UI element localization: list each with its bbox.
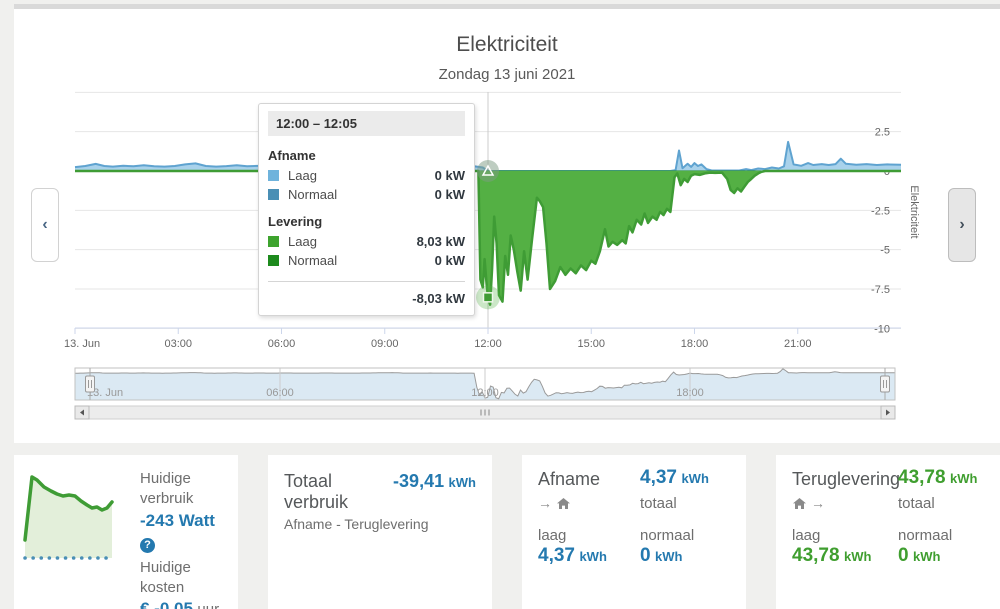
afname-title: Afname — [538, 469, 600, 490]
teruglevering-title: Teruglevering — [792, 469, 900, 490]
marker-square — [484, 293, 493, 302]
x-axis-label: 09:00 — [371, 338, 399, 350]
teruglevering-low-label: laag — [792, 527, 820, 544]
sparkline-area — [25, 477, 112, 558]
card-teruglevering: Teruglevering → 43,78 kWh totaal laag 43… — [776, 455, 1000, 609]
teruglevering-normal-unit: kWh — [913, 549, 940, 564]
teruglevering-normal-label: normaal — [898, 527, 952, 544]
teruglevering-total-value: 43,78 — [898, 467, 946, 488]
afname-total-label: totaal — [640, 495, 677, 512]
y-axis-label: -7.5 — [871, 284, 890, 296]
afname-normal-label: normaal — [640, 527, 694, 544]
tooltip-row-label: Normaal — [288, 187, 337, 202]
total-usage-subtitle: Afname - Teruglevering — [284, 516, 476, 532]
x-axis-label: 15:00 — [577, 338, 605, 350]
tooltip-row-value: 0 kW — [435, 187, 465, 202]
legend-swatch — [268, 236, 279, 247]
afname-low-value: 4,37 — [538, 545, 575, 566]
tooltip-row: Normaal 0 kW — [268, 253, 465, 268]
afname-normal-unit: kWh — [655, 549, 682, 564]
tooltip-row-label: Laag — [288, 168, 317, 183]
house-icon — [792, 497, 807, 510]
afname-normal-value: 0 — [640, 545, 651, 566]
legend-swatch — [268, 170, 279, 181]
y-axis-label: -5 — [880, 245, 890, 257]
teruglevering-normal-value: 0 — [898, 545, 909, 566]
x-axis-label: 21:00 — [784, 338, 812, 350]
page: Elektriciteit Zondag 13 juni 2021 13. Ju… — [0, 0, 1000, 609]
chart-title: Elektriciteit — [14, 33, 1000, 57]
teruglevering-low-unit: kWh — [844, 549, 871, 564]
house-icon — [556, 497, 571, 510]
legend-swatch — [268, 189, 279, 200]
current-cost-value: € -0,05 — [140, 599, 193, 609]
card-total-usage: Totaal verbruik -39,41 kWh Afname - Teru… — [268, 455, 492, 609]
next-period-button[interactable]: › — [948, 188, 976, 262]
afname-low-unit: kWh — [579, 549, 606, 564]
total-usage-value: -39,41 — [393, 471, 444, 491]
chevron-left-icon: ‹ — [42, 216, 47, 234]
y-axis-title: Elektriciteit — [908, 185, 920, 238]
x-axis-label: 12:00 — [474, 338, 502, 350]
chart-subtitle: Zondag 13 juni 2021 — [14, 66, 1000, 83]
tooltip-row-value: 8,03 kW — [417, 234, 465, 249]
tooltip-row: Normaal 0 kW — [268, 187, 465, 202]
y-axis-label: -2.5 — [871, 205, 890, 217]
tooltip-row-value: 0 kW — [435, 168, 465, 183]
tooltip-row-value: 0 kW — [435, 253, 465, 268]
card-afname: Afname → 4,37 kWh totaal laag 4,37 kWh n… — [522, 455, 746, 609]
teruglevering-total-label: totaal — [898, 495, 935, 512]
tooltip-row: Laag 8,03 kW — [268, 234, 465, 249]
navigator-label: 18:00 — [676, 387, 704, 399]
teruglevering-total-unit: kWh — [950, 471, 977, 486]
total-usage-unit: kWh — [449, 475, 476, 490]
afname-total-value: 4,37 — [640, 467, 677, 488]
navigator-label: 06:00 — [266, 387, 294, 399]
x-axis-label: 13. Jun — [64, 338, 100, 350]
afname-low-label: laag — [538, 527, 566, 544]
teruglevering-low-value: 43,78 — [792, 545, 840, 566]
marker-halo — [477, 160, 499, 182]
arrow-right-icon: → — [538, 495, 552, 511]
x-axis-label: 06:00 — [268, 338, 296, 350]
x-axis-label: 18:00 — [681, 338, 709, 350]
tooltip-row-label: Laag — [288, 234, 317, 249]
series-area-levering-laag — [75, 171, 901, 305]
chevron-right-icon: › — [959, 216, 964, 234]
current-usage-label-2: verbruik — [140, 489, 238, 509]
tooltip-section-title: Levering — [268, 214, 465, 229]
prev-period-button[interactable]: ‹ — [31, 188, 59, 262]
tooltip-row-label: Normaal — [288, 253, 337, 268]
nav-handle-right[interactable] — [881, 376, 890, 392]
afname-total-unit: kWh — [681, 471, 708, 486]
current-power-value: -243 Watt — [140, 511, 238, 531]
y-axis-label: -10 — [874, 323, 890, 335]
y-axis-label: 2.5 — [875, 127, 890, 139]
total-usage-title-2: verbruik — [284, 492, 348, 513]
total-usage-title-1: Totaal — [284, 471, 348, 492]
tooltip-section-title: Afname — [268, 148, 465, 163]
arrow-right-icon: → — [811, 495, 825, 511]
help-icon[interactable]: ? — [140, 538, 155, 553]
tooltip-total: -8,03 kW — [268, 281, 465, 306]
legend-swatch — [268, 255, 279, 266]
current-cost-unit: uur — [197, 601, 219, 609]
chart-tooltip: 12:00 – 12:05 AfnameLaag0 kWNormaal0 kWL… — [258, 103, 475, 316]
current-usage-label-1: Huidige — [140, 469, 238, 489]
tooltip-time-range: 12:00 – 12:05 — [268, 111, 465, 136]
tooltip-row: Laag 0 kW — [268, 168, 465, 183]
nav-handle-left[interactable] — [86, 376, 95, 392]
navigator-label: 12:00 — [471, 387, 499, 399]
tooltip-sections: Afname Laag 0 kW Normaal 0 kW Levering Laag 8,0… — [268, 148, 465, 268]
x-axis-label: 03:00 — [164, 338, 192, 350]
card-current-usage: Huidige verbruik -243 Watt ? Huidige kos… — [14, 455, 238, 609]
current-cost-label: Huidige kosten — [140, 558, 238, 598]
